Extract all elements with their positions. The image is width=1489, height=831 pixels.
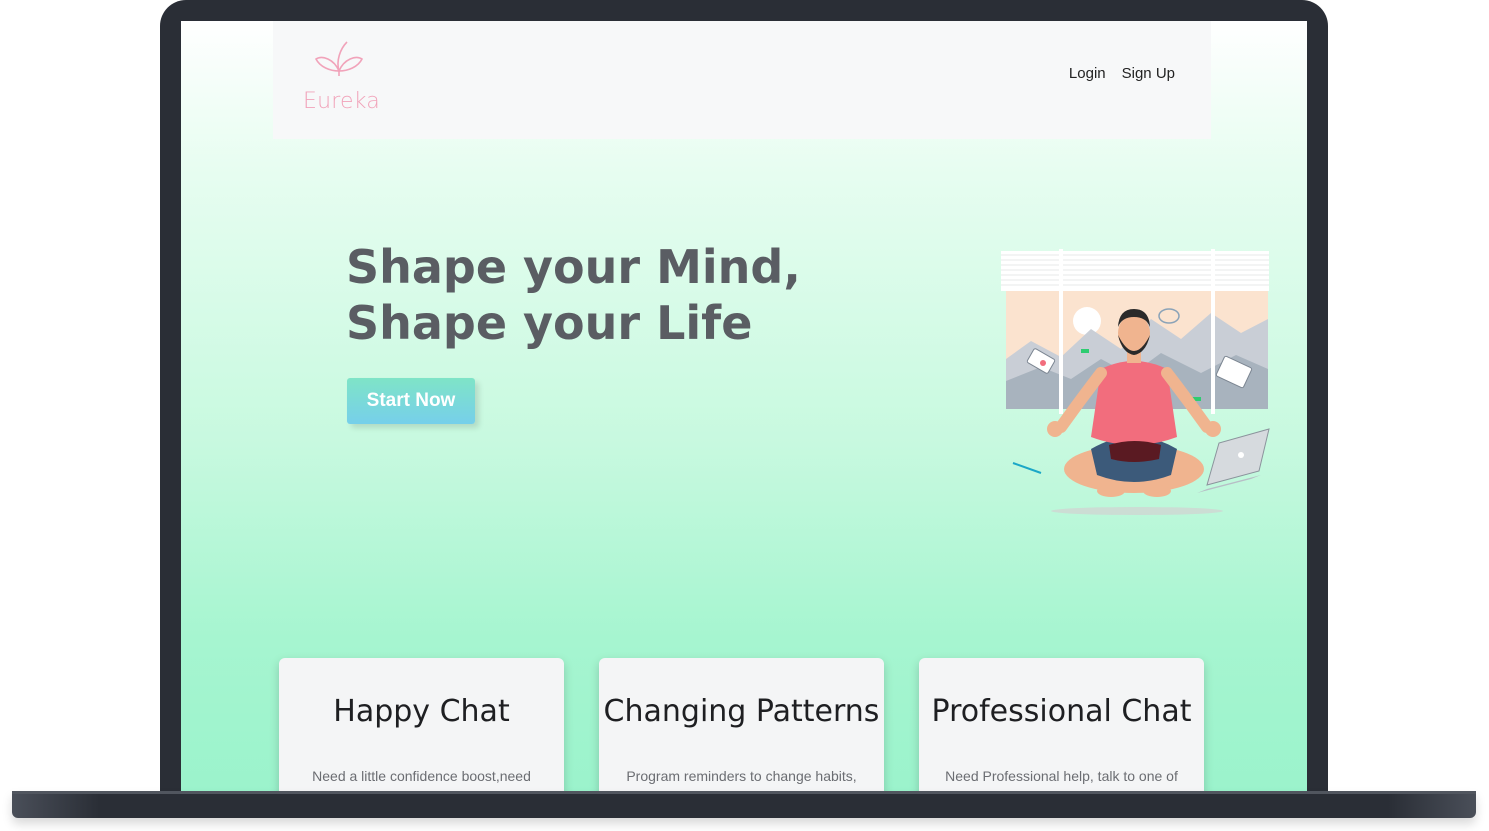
laptop-mockup: Eureka Login Sign Up Shape your Mind, Sh… [0,0,1489,831]
login-link[interactable]: Login [1069,65,1106,82]
card-text: Need Professional help, talk to one of [945,768,1178,784]
hero-title-line-2: Shape your Life [346,296,753,350]
card-title: Professional Chat [931,694,1192,729]
brand-logo[interactable]: Eureka [301,39,391,119]
hero-title-line-1: Shape your Mind, [346,240,801,294]
brand-name: Eureka [303,89,380,114]
laptop-icon [1197,428,1270,493]
navbar: Eureka Login Sign Up [273,21,1211,139]
card-title: Happy Chat [333,694,510,729]
card-text: Program reminders to change habits, [626,768,857,784]
nav-links: Login Sign Up [1069,65,1175,82]
hero-title: Shape your Mind, Shape your Life [346,239,801,351]
happy-chat-card[interactable]: Happy Chat Need a little confidence boos… [279,658,564,793]
lotus-logo-icon [314,41,364,76]
start-now-button[interactable]: Start Now [347,378,475,424]
laptop-base [12,791,1476,818]
card-title: Changing Patterns [603,694,880,729]
website-screen: Eureka Login Sign Up Shape your Mind, Sh… [181,21,1307,793]
changing-patterns-card[interactable]: Changing Patterns Program reminders to c… [599,658,884,793]
professional-chat-card[interactable]: Professional Chat Need Professional help… [919,658,1204,793]
meditating-person-illustration [1001,249,1270,515]
card-text: Need a little confidence boost,need [312,768,531,784]
window-blinds-icon [1001,251,1269,291]
signup-link[interactable]: Sign Up [1122,65,1175,82]
